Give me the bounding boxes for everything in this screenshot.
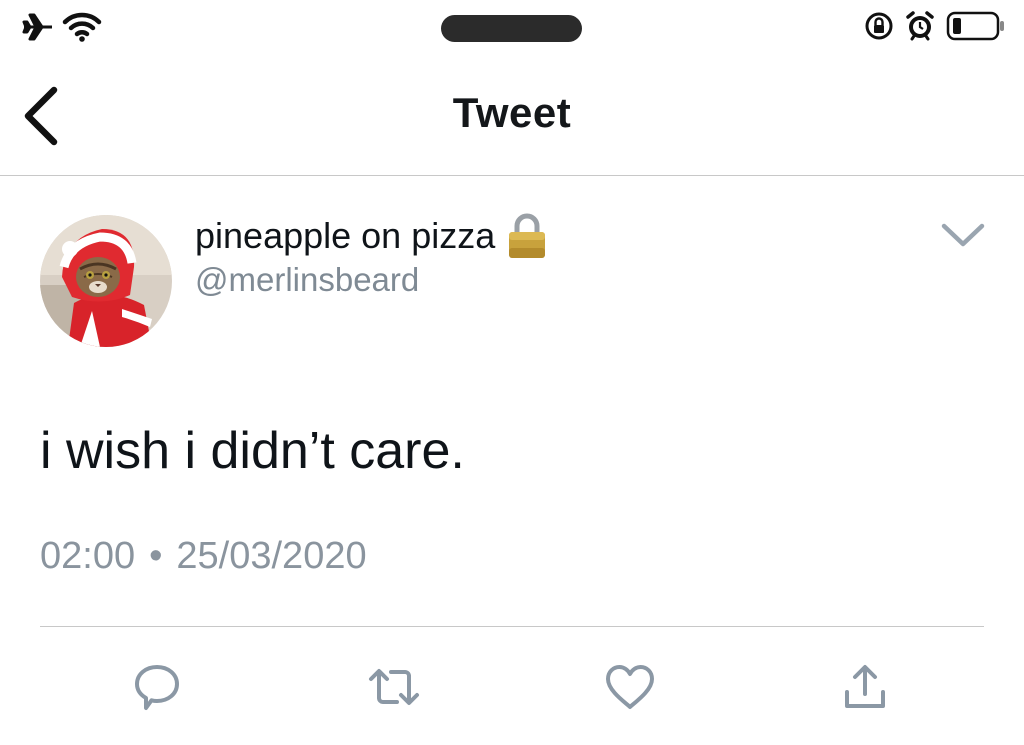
chevron-down-icon [941,223,985,247]
page-title: Tweet [452,89,572,136]
share-icon [845,665,885,708]
wifi-icon [62,12,102,42]
status-left [22,12,102,42]
tweet-time: 02:00 [40,535,136,577]
tweet-timestamp: 02:00 • 25/03/2020 [40,530,367,582]
orientation-lock-icon [865,12,893,40]
display-name[interactable]: pineapple on pizza [195,210,495,262]
user-handle[interactable]: @merlinsbeard [195,258,419,302]
airplane-icon [22,13,52,41]
battery-icon [946,11,1004,41]
lock-icon [509,213,546,258]
nav-bar: Tweet [0,56,1024,176]
speaker-notch [441,15,582,42]
timestamp-separator: • [149,535,163,577]
retweet-button[interactable] [367,660,421,714]
retweet-icon [369,669,419,705]
avatar[interactable] [40,215,172,347]
display-name-row: pineapple on pizza [195,210,547,262]
tweet-menu-button[interactable] [940,220,986,250]
like-button[interactable] [603,660,657,714]
cat-avatar-image [40,215,172,347]
status-bar [0,0,1024,56]
reply-icon [135,665,179,710]
tweet-date: 25/03/2020 [176,535,367,577]
tweet-text: i wish i didn’t care. [40,422,465,480]
share-button[interactable] [838,660,892,714]
reply-button[interactable] [130,660,184,714]
status-right [864,10,1006,42]
heart-icon [606,665,654,709]
alarm-icon [906,11,934,41]
divider [40,626,984,627]
